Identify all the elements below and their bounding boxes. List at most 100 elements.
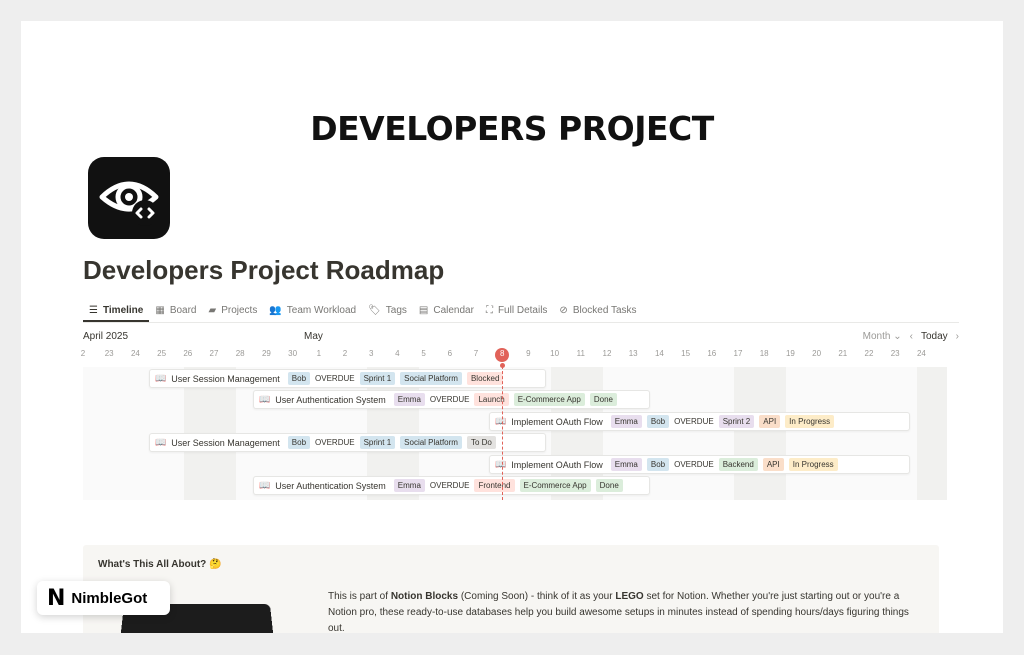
callout-title: What's This All About? 🤔 [98, 559, 222, 570]
chevron-left-icon[interactable]: ‹ [910, 331, 913, 342]
view-select-label: Month [862, 331, 891, 342]
status-text: OVERDUE [315, 374, 355, 383]
tag-chip: Sprint 1 [359, 436, 396, 449]
day-label: 24 [916, 349, 926, 358]
day-label: 22 [864, 349, 874, 358]
tab-label: Full Details [497, 304, 548, 316]
book-icon: 📖 [495, 416, 507, 426]
tag-chip: In Progress [785, 415, 835, 428]
view-tabs: ☰ Timeline ▦ Board ▰ Projects 👥 Team Workloa… [83, 300, 959, 323]
tag-chip: E-Commerce App [519, 479, 591, 492]
tag-chip: API [759, 415, 781, 428]
item-title: User Session Management [171, 373, 280, 384]
people-icon: 👥 [269, 304, 282, 316]
day-label: 13 [628, 349, 638, 358]
tab-projects[interactable]: ▰ Projects [203, 300, 264, 320]
day-label: 1 [316, 349, 322, 358]
timeline-item[interactable]: 📖 Implement OAuth Flow Emma Bob OVERDUE Sprin… [489, 412, 910, 431]
tag-chip: To Do [466, 436, 496, 449]
board-icon: ▦ [155, 304, 165, 316]
callout-bold-notion-blocks: Notion Blocks [390, 591, 459, 602]
day-label: 18 [759, 349, 769, 358]
tab-calendar[interactable]: ▤ Calendar [413, 300, 480, 320]
item-title: User Authentication System [275, 394, 386, 405]
timeline-item[interactable]: 📖 User Authentication System Emma OVERDUE La… [253, 390, 650, 409]
weekend-column [734, 367, 786, 500]
tab-tags[interactable]: 🏷 Tags [362, 300, 413, 320]
day-label: 28 [235, 349, 245, 358]
tag-chip: Sprint 1 [359, 372, 396, 385]
weekend-column [917, 367, 948, 500]
day-label: 21 [838, 349, 848, 358]
day-label: 7 [473, 349, 479, 358]
day-label: 23 [890, 349, 900, 358]
tag-chip: API [762, 458, 784, 471]
tab-label: Blocked Tasks [572, 304, 637, 316]
status-text: OVERDUE [429, 481, 470, 490]
timeline-days: 2 23 24 25 26 27 28 29 30 1 2 3 4 5 6 7 8 9 10 11 12 13 14 15 16… [81, 348, 939, 363]
book-icon: 📖 [155, 437, 167, 447]
timeline-item[interactable]: 📖 Implement OAuth Flow Emma Bob OVERDUE Backe… [489, 455, 910, 474]
book-icon: 📖 [155, 373, 167, 383]
status-text: OVERDUE [315, 438, 355, 447]
view-select[interactable]: Month ⌄ [863, 331, 902, 342]
day-label: 24 [130, 349, 140, 358]
tag-chip: Emma [610, 458, 642, 471]
day-label: 17 [733, 349, 743, 358]
nimblegot-logo-icon: N [47, 585, 66, 611]
month-label-may: May [304, 331, 323, 342]
about-callout: What's This All About? 🤔 This is part of… [83, 545, 939, 633]
day-label: 30 [288, 349, 298, 358]
tab-label: Tags [385, 304, 407, 316]
page-title: Developers Project Roadmap [83, 255, 445, 285]
tag-icon: 🏷 [368, 304, 381, 316]
tab-full-details[interactable]: ⛶ Full Details [480, 300, 553, 320]
tab-label: Calendar [433, 304, 474, 316]
callout-text: This is part of Notion Blocks (Coming So… [328, 589, 928, 633]
book-icon: 📖 [259, 480, 271, 490]
status-text: OVERDUE [674, 460, 714, 469]
tag-chip: Emma [393, 393, 425, 406]
tag-chip: Frontend [474, 479, 515, 492]
timeline-item[interactable]: 📖 User Session Management Bob OVERDUE Sprint… [149, 369, 546, 388]
book-icon: 📖 [259, 394, 271, 404]
folder-icon: ▰ [208, 304, 217, 316]
tab-blocked-tasks[interactable]: ⊘ Blocked Tasks [553, 300, 642, 320]
chevron-down-icon: ⌄ [893, 331, 902, 342]
day-label: 2 [342, 349, 348, 358]
tag-chip: Social Platform [400, 372, 462, 385]
day-label: 9 [526, 349, 531, 358]
tab-team-workload[interactable]: 👥 Team Workload [263, 300, 362, 320]
chevron-right-icon[interactable]: › [956, 331, 959, 342]
tag-chip: Bob [287, 372, 311, 385]
item-title: User Session Management [171, 437, 280, 448]
tag-chip: Backend [718, 458, 758, 471]
day-label: 29 [261, 349, 271, 358]
day-label: 4 [395, 349, 400, 358]
day-label: 19 [785, 349, 795, 358]
today-button[interactable]: Today [921, 331, 948, 342]
tab-timeline[interactable]: ☰ Timeline [83, 300, 150, 322]
timeline-item[interactable]: 📖 User Authentication System Emma OVERDUE Fr… [253, 476, 650, 495]
tag-chip: Emma [610, 415, 642, 428]
tag-chip: E-Commerce App [513, 393, 585, 406]
timeline-header: April 2025 May Month ⌄ ‹ Today › [83, 331, 959, 345]
item-title: User Authentication System [275, 480, 386, 491]
nimblegot-watermark: N NimbleGot [37, 581, 170, 615]
book-icon: 📖 [495, 459, 507, 469]
month-label-april: April 2025 [83, 331, 129, 342]
today-date: 8 [499, 349, 505, 358]
tag-chip: Done [595, 479, 623, 492]
timeline-controls: Month ⌄ ‹ Today › [863, 331, 959, 342]
day-label: 27 [209, 349, 219, 358]
timeline-icon: ☰ [89, 304, 98, 316]
item-title: Implement OAuth Flow [511, 416, 603, 427]
timeline-item[interactable]: 📖 User Session Management Bob OVERDUE Sprint… [149, 433, 546, 452]
status-text: OVERDUE [429, 395, 470, 404]
eye-code-icon [88, 157, 170, 239]
day-label: 16 [707, 349, 717, 358]
page-frame: DEVELOPERS PROJECT Developers Project Ro… [21, 21, 1003, 633]
day-label: 10 [550, 349, 560, 358]
tab-board[interactable]: ▦ Board [149, 300, 202, 320]
day-label: 25 [157, 349, 167, 358]
